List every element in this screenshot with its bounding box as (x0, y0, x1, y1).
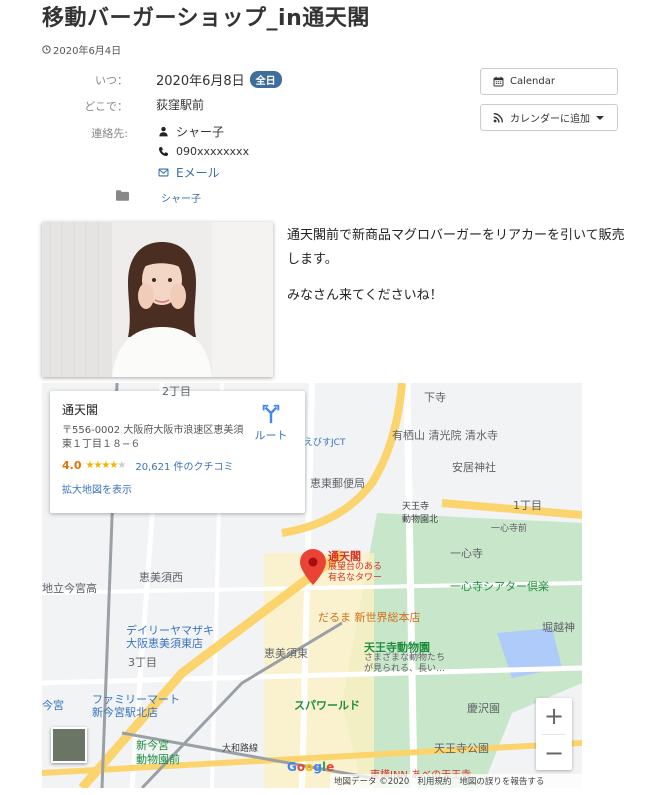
map-data-credit: 地図データ ©2020 (334, 777, 410, 787)
posted-date: 2020年6月4日 (42, 42, 121, 57)
when-label: いつ： (95, 74, 128, 87)
map-label: 展望台のある 有名なタワー (328, 562, 383, 583)
envelope-icon (158, 168, 169, 177)
map-label: 恵東郵便局 (310, 477, 365, 490)
add-to-calendar-button[interactable]: カレンダーに追加 (480, 104, 618, 131)
contact-label: 連絡先: (91, 127, 128, 140)
map-label: 堀越神 (542, 621, 575, 634)
map-label: 下寺 (424, 391, 446, 404)
user-icon (159, 126, 168, 137)
route-icon (262, 404, 280, 424)
calendar-button[interactable]: Calendar (480, 68, 618, 95)
map-pin-icon (300, 549, 326, 585)
page-title: 移動バーガーショップ_in通天閣 (42, 6, 370, 31)
phone-icon (159, 147, 169, 156)
event-description: 通天閣前で新商品マグロバーガーをリアカーを引いて販売します。 みなさん来てくださ… (287, 224, 637, 308)
map-label: 大和路線 (222, 744, 259, 754)
map-label: 一心寺前 (491, 524, 528, 534)
map-label: 1丁目 (513, 499, 542, 512)
all-day-badge: 全日 (249, 71, 282, 88)
map-label: さまざまな動物たち が見られる、長い… (364, 653, 446, 674)
map-footer: 地図データ ©2020 利用規約 地図の誤りを報告する (330, 774, 582, 788)
place-info-card: 通天閣 〒556-0002 大阪府大阪市浪速区恵美須東１丁目１８−６ 4.0 ★… (50, 391, 305, 513)
calendar-icon (493, 76, 504, 87)
description-line-2: みなさん来てくださいね！ (287, 288, 443, 303)
event-photo (42, 222, 273, 377)
contact-name: シャー子 (176, 125, 225, 139)
map-label: 天王寺公園 (434, 742, 489, 755)
reviews-link[interactable]: 20,621 件のクチコミ (135, 458, 233, 473)
route-button[interactable]: ルート (249, 403, 293, 443)
rss-icon (493, 113, 503, 123)
map-label: 一心寺シアター倶楽 (450, 580, 549, 593)
zoom-controls: + − (536, 698, 572, 770)
map-label: スパワールド (294, 699, 360, 712)
map-label: 慶沢園 (467, 702, 500, 715)
larger-map-link[interactable]: 拡大地図を表示 (62, 481, 293, 496)
map-label: 一心寺 (450, 547, 483, 560)
contact-email-row[interactable]: Eメール (158, 164, 220, 181)
zoom-out-button[interactable]: − (536, 735, 572, 771)
contact-email-link[interactable]: Eメール (176, 164, 220, 181)
map-label: 恵美須西 (139, 571, 183, 584)
contact-phone-row: 090xxxxxxxx (158, 145, 249, 158)
map-label: デイリーヤマザキ 大阪恵美須東店 (126, 624, 214, 650)
contact-name-row: シャー子 (158, 123, 224, 140)
contact-phone: 090xxxxxxxx (176, 145, 250, 158)
place-rating: 4.0 ★★★★★ 20,621 件のクチコミ (62, 458, 293, 473)
event-location: 荻窪駅前 (156, 98, 205, 112)
satellite-toggle[interactable] (51, 727, 87, 763)
map-label: 3丁目 (128, 656, 157, 669)
google-logo: Google (287, 760, 335, 774)
event-date-text: 2020年6月8日 (156, 74, 245, 89)
map-label: 安居神社 (452, 461, 496, 474)
map-label: だるま 新世界総本店 (318, 611, 421, 624)
report-error-link[interactable]: 地図の誤りを報告する (459, 775, 544, 787)
map-label: 地立今宮高 (42, 582, 97, 595)
calendar-button-label: Calendar (510, 76, 555, 87)
map-label: 2丁目 (162, 385, 191, 398)
embedded-map[interactable]: 通天閣 〒556-0002 大阪府大阪市浪速区恵美須東１丁目１８−６ 4.0 ★… (42, 383, 582, 788)
chevron-down-icon (596, 115, 604, 120)
map-label: ファミリーマート 新今宮駅北店 (92, 693, 180, 719)
rating-value: 4.0 (62, 459, 82, 472)
map-label: 有栖山 清光院 清水寺 (392, 429, 498, 442)
posted-date-text: 2020年6月4日 (53, 46, 122, 57)
map-label: 天王寺 動物園北 (402, 502, 439, 525)
map-label: 新今宮 動物園前 (136, 739, 180, 766)
terms-link[interactable]: 利用規約 (417, 775, 451, 787)
event-photo-illustration (42, 222, 273, 377)
place-address: 〒556-0002 大阪府大阪市浪速区恵美須東１丁目１８−６ (62, 425, 244, 450)
add-to-calendar-label: カレンダーに追加 (510, 114, 590, 125)
where-label: どこで： (84, 100, 128, 113)
clock-icon (42, 45, 51, 54)
map-label: えびすJCT (304, 438, 346, 448)
zoom-in-button[interactable]: + (536, 698, 572, 734)
map-label: 恵美須東 (264, 647, 308, 660)
route-label: ルート (254, 429, 288, 442)
map-label: 今宮 (42, 699, 64, 712)
category-link[interactable]: シャー子 (161, 190, 201, 205)
description-line-1: 通天閣前で新商品マグロバーガーをリアカーを引いて販売します。 (287, 228, 625, 267)
folder-icon (116, 190, 129, 201)
rating-stars-icon: ★★★★★ (85, 460, 127, 471)
event-date: 2020年6月8日 全日 (156, 70, 282, 89)
